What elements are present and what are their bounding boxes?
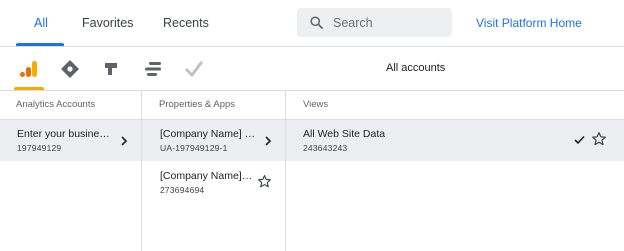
- divider: [0, 90, 624, 91]
- search-input[interactable]: Search: [297, 8, 452, 37]
- check-icon: [574, 135, 585, 145]
- search-placeholder: Search: [333, 16, 373, 30]
- property-id: 273694694: [160, 185, 205, 195]
- view-name: All Web Site Data: [303, 128, 386, 140]
- column-divider: [285, 91, 286, 251]
- property-row[interactable]: [Company Name]… 273694694: [142, 163, 285, 201]
- tab-all[interactable]: All: [34, 16, 48, 30]
- data-studio-icon[interactable]: [139, 55, 167, 83]
- analytics-icon[interactable]: [15, 55, 43, 83]
- column-header-accounts: Analytics Accounts: [16, 99, 96, 110]
- account-name: Enter your busine…: [17, 128, 110, 140]
- column-header-properties: Properties & Apps: [159, 99, 236, 110]
- chevron-right-icon[interactable]: [120, 136, 128, 146]
- top-bar: All Favorites Recents Search Visit Platf…: [0, 0, 624, 46]
- optimize-icon[interactable]: [97, 55, 125, 83]
- tag-manager-icon[interactable]: [56, 55, 84, 83]
- product-switcher: All accounts: [0, 47, 624, 90]
- column-header-views: Views: [303, 99, 329, 110]
- property-name: [Company Name] …: [160, 128, 256, 140]
- chevron-right-icon[interactable]: [264, 136, 272, 146]
- tab-recents[interactable]: Recents: [163, 16, 209, 30]
- account-row-selected[interactable]: Enter your busine… 197949129: [0, 120, 141, 161]
- view-id: 243643243: [303, 143, 348, 153]
- property-row-selected[interactable]: [Company Name] … UA-197949129-1: [142, 120, 285, 161]
- property-name: [Company Name]…: [160, 170, 253, 182]
- view-row-selected[interactable]: All Web Site Data 243643243: [286, 120, 624, 161]
- search-icon: [310, 16, 323, 29]
- star-icon[interactable]: [591, 131, 607, 147]
- all-accounts-label: All accounts: [386, 62, 446, 74]
- star-icon[interactable]: [257, 174, 272, 189]
- surveys-icon[interactable]: [180, 55, 208, 83]
- visit-platform-home-link[interactable]: Visit Platform Home: [476, 16, 582, 30]
- tab-favorites[interactable]: Favorites: [82, 16, 133, 30]
- property-id: UA-197949129-1: [160, 143, 228, 153]
- account-id: 197949129: [17, 143, 62, 153]
